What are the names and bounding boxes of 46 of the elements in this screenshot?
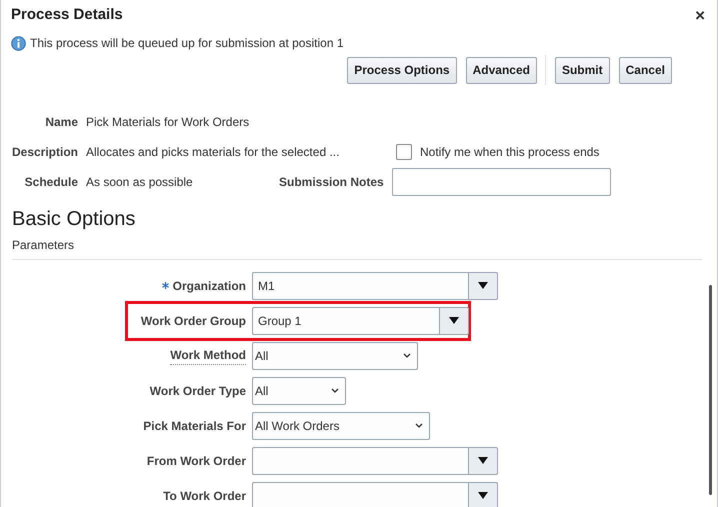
field-label: Work Order Type (150, 382, 246, 400)
field-value: Allocates and picks materials for the selected ... (86, 144, 340, 161)
field-label: Work Order Group (140, 312, 246, 330)
combo-field[interactable]: Group 1 (252, 306, 439, 334)
close-button[interactable]: × (695, 6, 705, 24)
field-label: To Work Order (163, 488, 246, 504)
select-field[interactable]: All (252, 342, 418, 370)
dropdown-button[interactable] (439, 306, 469, 334)
subsection-title: Parameters (12, 237, 76, 254)
action-button[interactable]: Advanced (466, 56, 537, 84)
select-field[interactable]: All Work Orders (252, 412, 430, 440)
dropdown-button[interactable] (468, 446, 498, 474)
info-icon (11, 36, 26, 50)
field-label: Description (12, 144, 78, 161)
combo-field[interactable] (252, 446, 468, 474)
dialog-title: Process Details (11, 4, 123, 25)
combo-field[interactable]: M1 (252, 272, 468, 300)
notes-field[interactable] (392, 168, 611, 196)
scrollbar[interactable] (709, 285, 712, 495)
field-label: Name (45, 114, 78, 131)
field-label: Schedule (24, 174, 78, 191)
chevron-icon (403, 353, 411, 358)
field-label: Pick Materials For (143, 418, 246, 434)
checkbox-label[interactable]: Notify me when this process ends (420, 143, 600, 161)
action-button[interactable]: Cancel (618, 56, 672, 84)
field-label: Work Method (170, 346, 246, 365)
select-field[interactable]: All (252, 376, 346, 404)
caret-icon (449, 317, 459, 324)
chevron-icon (331, 388, 339, 393)
field-value: As soon as possible (86, 174, 194, 191)
info-message: This process will be queued up for submission at position 1 (30, 35, 344, 52)
caret-icon (478, 457, 488, 464)
dropdown-button[interactable] (468, 482, 498, 507)
field-label: From Work Order (146, 452, 246, 470)
field-value: Pick Materials for Work Orders (86, 114, 250, 131)
caret-icon (478, 492, 488, 499)
action-button[interactable]: Submit (554, 56, 610, 84)
dropdown-button[interactable] (468, 272, 498, 300)
caret-icon (478, 282, 488, 289)
field-label: Submission Notes (279, 174, 384, 191)
checkbox[interactable] (396, 144, 412, 160)
section-title: Basic Options (12, 207, 136, 231)
field-label: Organization (172, 278, 246, 294)
chevron-icon (415, 423, 423, 428)
action-button[interactable]: Process Options (347, 56, 457, 84)
combo-field[interactable] (252, 482, 468, 507)
